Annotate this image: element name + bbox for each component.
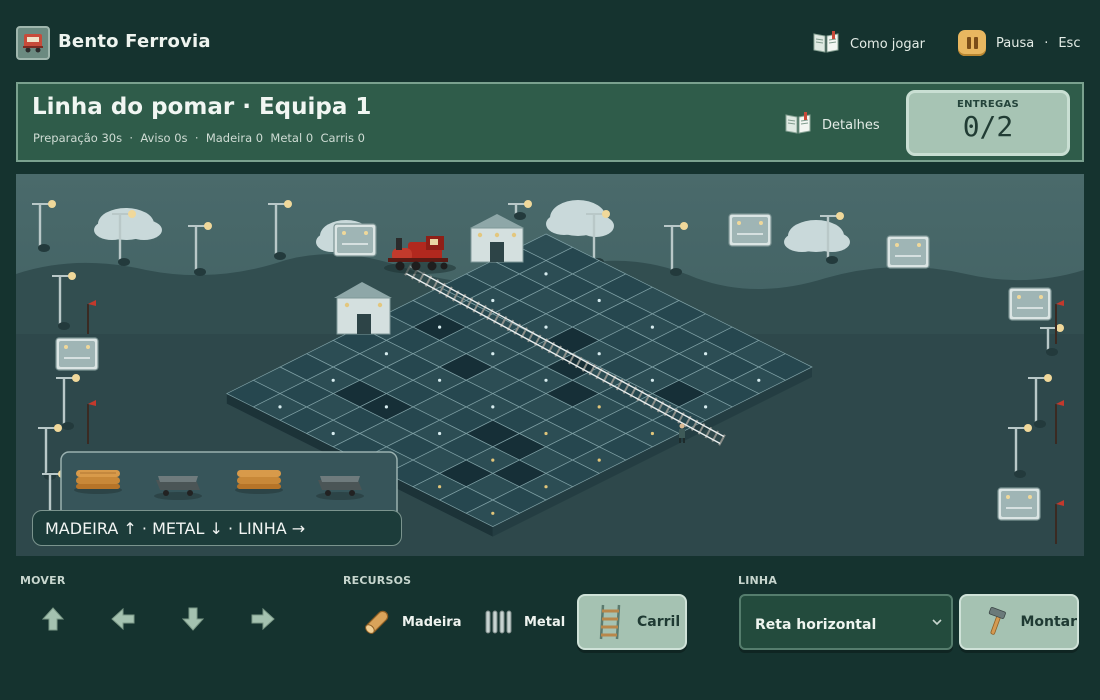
floating-sign xyxy=(1008,287,1052,321)
tile-marker xyxy=(650,378,655,382)
tile-marker xyxy=(491,405,495,409)
build-button[interactable]: Montar xyxy=(959,594,1079,650)
tile-marker xyxy=(491,352,495,356)
metal-bars-icon xyxy=(485,610,512,634)
tile-marker xyxy=(331,378,335,382)
tile-marker xyxy=(438,325,442,329)
pause-label: Pausa xyxy=(996,35,1035,51)
team-name: Equipa 1 xyxy=(258,94,372,120)
pause-separator: · xyxy=(1044,35,1049,51)
tile-marker xyxy=(384,405,388,409)
rail-ladder-icon xyxy=(599,604,621,640)
controls-hint: MADEIRA ↑ · METAL ↓ · LINHA → xyxy=(32,510,402,546)
tile-marker xyxy=(278,405,282,409)
resources-group-label: RECURSOS xyxy=(343,574,412,587)
level-bar: Linha do pomar · Equipa 1 Preparação 30s ·… xyxy=(16,82,1084,162)
game-board[interactable] xyxy=(16,174,1084,556)
arrow-right-icon xyxy=(251,608,275,630)
level-title-separator: · xyxy=(242,94,251,120)
tile-marker xyxy=(438,431,442,436)
details-button[interactable]: Detalhes xyxy=(784,111,880,139)
chevron-down-icon xyxy=(932,619,942,626)
level-stats: Preparação 30s · Aviso 0s · Madeira 0 Me… xyxy=(33,131,365,145)
deliveries-counter: ENTREGAS 0/2 xyxy=(906,90,1070,156)
wood-resource-button[interactable]: Madeira xyxy=(362,602,461,642)
tile-marker xyxy=(544,325,548,329)
book-icon xyxy=(812,30,840,58)
tile-marker xyxy=(491,458,495,462)
pause-key-hint: Esc xyxy=(1058,35,1081,51)
game-scene xyxy=(16,174,1084,556)
move-up-button[interactable] xyxy=(37,604,69,634)
floating-sign xyxy=(997,487,1041,521)
move-left-button[interactable] xyxy=(107,604,139,634)
tile-marker xyxy=(438,485,442,489)
metal-label: Metal xyxy=(524,614,566,630)
floating-sign xyxy=(728,213,772,247)
level-title: Linha do pomar · Equipa 1 xyxy=(32,94,371,120)
tile-marker xyxy=(544,272,548,276)
tile-marker xyxy=(597,405,601,409)
floating-sign xyxy=(333,223,377,257)
tile-marker xyxy=(331,431,335,436)
book-icon xyxy=(784,111,812,139)
floating-sign xyxy=(55,337,99,371)
wood-logs-icon xyxy=(74,470,122,494)
metal-cart-icon xyxy=(154,476,202,500)
tile-marker xyxy=(704,405,708,409)
tile-marker xyxy=(544,485,548,489)
hammer-icon xyxy=(988,607,1006,635)
tile-marker xyxy=(491,511,495,515)
tile-marker xyxy=(491,298,495,303)
tile-marker xyxy=(438,378,442,382)
top-bar: Bento Ferrovia Como jogar Pausa · Esc xyxy=(0,0,1100,82)
tile-marker xyxy=(650,325,655,329)
move-down-button[interactable] xyxy=(177,604,209,634)
app-title: Bento Ferrovia xyxy=(58,31,211,52)
line-type-value: Reta horizontal xyxy=(755,617,877,633)
train-icon xyxy=(16,26,50,60)
move-group-label: MOVER xyxy=(20,574,66,587)
tile-marker xyxy=(650,431,655,436)
pause-button[interactable]: Pausa · Esc xyxy=(958,30,1080,56)
deliveries-value: 0/2 xyxy=(962,110,1014,143)
tile-marker xyxy=(384,352,388,356)
move-right-button[interactable] xyxy=(247,604,279,634)
rail-label: Carril xyxy=(637,614,681,630)
pause-icon xyxy=(958,30,986,56)
details-label: Detalhes xyxy=(822,117,880,133)
metal-resource-button[interactable]: Metal xyxy=(484,602,565,642)
line-group-label: LINHA xyxy=(738,574,778,587)
line-type-select[interactable]: Reta horizontal xyxy=(739,594,953,650)
tile-marker xyxy=(597,298,601,303)
tile-marker xyxy=(597,352,601,356)
tile-marker xyxy=(597,458,601,462)
how-to-play-button[interactable]: Como jogar xyxy=(812,30,925,58)
build-label: Montar xyxy=(1020,614,1077,630)
log-icon xyxy=(365,610,389,634)
tile-marker xyxy=(704,352,708,356)
deliveries-caption: ENTREGAS xyxy=(956,99,1020,110)
arrow-left-icon xyxy=(111,608,135,630)
tile-marker xyxy=(757,378,761,382)
how-to-play-label: Como jogar xyxy=(850,36,925,52)
tile-marker xyxy=(544,431,548,436)
wood-label: Madeira xyxy=(402,614,462,630)
tile-marker xyxy=(544,378,548,382)
rail-resource-button[interactable]: Carril xyxy=(577,594,687,650)
arrow-up-icon xyxy=(42,607,64,631)
wood-logs-icon xyxy=(235,470,283,494)
floating-sign xyxy=(886,235,930,269)
level-name: Linha do pomar xyxy=(32,94,235,120)
arrow-down-icon xyxy=(182,607,204,631)
metal-cart-icon xyxy=(316,476,364,500)
